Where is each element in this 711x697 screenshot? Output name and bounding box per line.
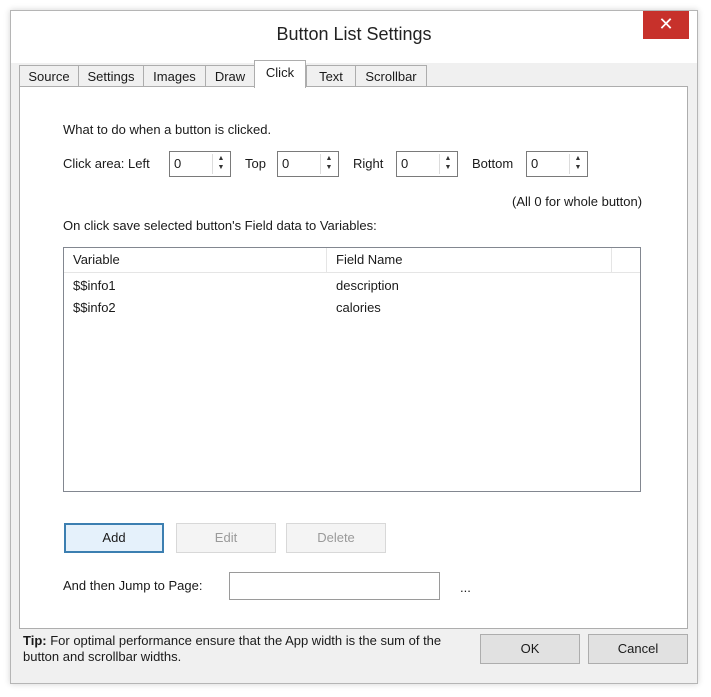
cancel-button[interactable]: Cancel xyxy=(588,634,688,664)
bottom-label: Bottom xyxy=(472,156,514,171)
tab-source[interactable]: Source xyxy=(19,65,79,87)
list-item[interactable]: $$info2 calories xyxy=(64,297,640,319)
spin-down-icon: ▼ xyxy=(444,164,452,171)
left-value: 0 xyxy=(174,156,182,171)
right-spinner[interactable]: 0 ▲ ▼ xyxy=(396,151,458,177)
tip-message: For optimal performance ensure that the … xyxy=(23,633,442,664)
variable-cell: $$info2 xyxy=(73,300,116,315)
tab-draw[interactable]: Draw xyxy=(205,65,255,87)
right-label: Right xyxy=(353,156,384,171)
close-button[interactable]: ✕ xyxy=(643,11,689,39)
spin-down-icon: ▼ xyxy=(325,164,333,171)
spin-up-icon: ▲ xyxy=(444,155,452,162)
close-icon: ✕ xyxy=(658,14,674,34)
tip-text: Tip: For optimal performance ensure that… xyxy=(23,633,473,665)
bottom-spin-arrows[interactable]: ▲ ▼ xyxy=(569,154,586,174)
ok-button[interactable]: OK xyxy=(480,634,580,664)
intro-text: What to do when a button is clicked. xyxy=(63,122,272,137)
dialog-window: Button List Settings ✕ Source Settings I… xyxy=(10,10,698,684)
add-button[interactable]: Add xyxy=(64,523,164,553)
variable-cell: $$info1 xyxy=(73,278,116,293)
tab-settings[interactable]: Settings xyxy=(78,65,144,87)
left-spin-arrows[interactable]: ▲ ▼ xyxy=(212,154,229,174)
tab-click[interactable]: Click xyxy=(254,60,306,88)
top-label: Top xyxy=(245,156,266,171)
variables-list[interactable]: Variable Field Name $$info1 description … xyxy=(63,247,641,492)
tip-label: Tip: xyxy=(23,633,47,648)
delete-button[interactable]: Delete xyxy=(286,523,386,553)
right-spin-arrows[interactable]: ▲ ▼ xyxy=(439,154,456,174)
top-value: 0 xyxy=(282,156,290,171)
column-field-name[interactable]: Field Name xyxy=(327,248,612,272)
tab-images[interactable]: Images xyxy=(143,65,206,87)
column-variable[interactable]: Variable xyxy=(64,248,327,272)
tab-text[interactable]: Text xyxy=(306,65,356,87)
list-header: Variable Field Name xyxy=(64,248,640,273)
browse-button[interactable]: ... xyxy=(460,580,471,595)
list-item[interactable]: $$info1 description xyxy=(64,275,640,297)
tab-scrollbar[interactable]: Scrollbar xyxy=(355,65,427,87)
top-spinner[interactable]: 0 ▲ ▼ xyxy=(277,151,339,177)
spin-down-icon: ▼ xyxy=(217,164,225,171)
click-area-label: Click area: Left xyxy=(63,156,150,171)
save-variables-label: On click save selected button's Field da… xyxy=(63,218,377,233)
spin-down-icon: ▼ xyxy=(574,164,582,171)
edit-button[interactable]: Edit xyxy=(176,523,276,553)
title-bar: Button List Settings ✕ xyxy=(11,11,697,63)
jump-page-input[interactable] xyxy=(229,572,440,600)
top-spin-arrows[interactable]: ▲ ▼ xyxy=(320,154,337,174)
left-spinner[interactable]: 0 ▲ ▼ xyxy=(169,151,231,177)
jump-page-label: And then Jump to Page: xyxy=(63,578,203,593)
spin-up-icon: ▲ xyxy=(574,155,582,162)
bottom-spinner[interactable]: 0 ▲ ▼ xyxy=(526,151,588,177)
spin-up-icon: ▲ xyxy=(325,155,333,162)
field-cell: calories xyxy=(336,300,381,315)
right-value: 0 xyxy=(401,156,409,171)
whole-button-hint: (All 0 for whole button) xyxy=(512,194,643,209)
field-cell: description xyxy=(336,278,399,293)
bottom-value: 0 xyxy=(531,156,539,171)
click-tab-panel: What to do when a button is clicked. Cli… xyxy=(19,86,688,629)
window-title: Button List Settings xyxy=(276,24,432,44)
spin-up-icon: ▲ xyxy=(217,155,225,162)
